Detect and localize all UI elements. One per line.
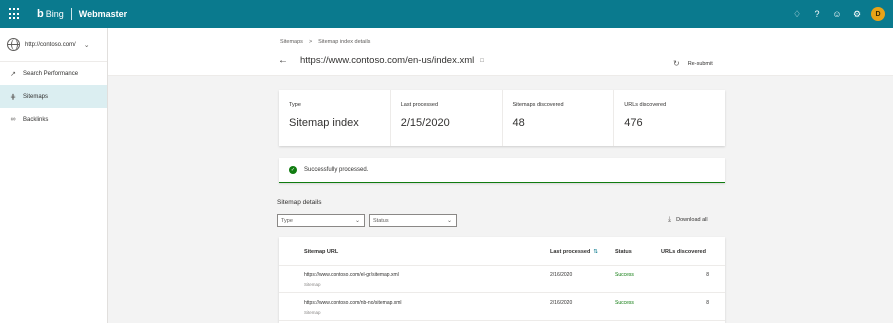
stat-sitemaps-discovered: Sitemaps discovered 48	[503, 90, 615, 146]
sidebar: http://contoso.com/ ⌄ ↗ Search Performan…	[0, 28, 108, 323]
download-all-button[interactable]: ⤓ Download all	[668, 216, 708, 224]
stat-last-processed: Last processed 2/15/2020	[391, 90, 503, 146]
stat-label: Sitemaps discovered	[512, 102, 564, 108]
open-external-icon[interactable]: □	[480, 58, 484, 64]
sitemap-icon: ⋕	[10, 93, 16, 101]
success-message-text: Successfully processed.	[304, 167, 369, 173]
brand-name: Bing	[45, 9, 64, 19]
link-icon: ∞	[10, 116, 16, 123]
success-message-bar: ✓ Successfully processed.	[279, 158, 725, 183]
summary-card: Type Sitemap index Last processed 2/15/2…	[279, 90, 725, 146]
sitemap-table: Sitemap URL Last processed ⇅ Status URLs …	[279, 237, 725, 323]
settings-gear-icon[interactable]: ⚙	[847, 0, 867, 28]
sidebar-item-search-performance[interactable]: ↗ Search Performance	[0, 62, 107, 85]
stat-value: 2/15/2020	[400, 117, 450, 129]
stat-value: 476	[624, 117, 643, 129]
page-title: https://www.contoso.com/en-us/index.xml	[300, 55, 475, 66]
stat-urls-discovered: URLs discovered 476	[614, 90, 725, 146]
urls-discovered-cell: 8	[706, 300, 709, 306]
chevron-down-icon: ⌄	[354, 218, 360, 224]
sitemap-type: Sitemap	[304, 310, 321, 315]
refresh-icon: ↻	[673, 59, 680, 68]
last-processed-cell: 2/16/2020	[550, 300, 573, 306]
sidebar-item-label: Sitemaps	[23, 93, 49, 100]
resubmit-label: Re-submit	[687, 60, 713, 67]
breadcrumb: Sitemaps > Sitemap index details	[280, 39, 370, 45]
site-picker[interactable]: http://contoso.com/ ⌄	[0, 28, 107, 62]
top-bar: b Bing Webmaster ♢ ? ☺ ⚙ D	[0, 0, 893, 28]
sitemap-url-link[interactable]: https://www.contoso.com/nb-no/sitemap.xm…	[304, 300, 402, 306]
sidebar-item-label: Backlinks	[23, 116, 49, 123]
stat-label: Type	[289, 102, 301, 108]
sidebar-item-backlinks[interactable]: ∞ Backlinks	[0, 108, 107, 131]
status-filter-dropdown[interactable]: Status ⌄	[369, 214, 457, 227]
last-processed-cell: 2/16/2020	[550, 272, 573, 278]
success-check-icon: ✓	[289, 166, 297, 174]
column-header-last-processed-label: Last processed	[550, 249, 591, 255]
stat-label: URLs discovered	[624, 102, 667, 108]
breadcrumb-separator: >	[308, 39, 313, 45]
stat-value: Sitemap index	[289, 117, 359, 129]
type-filter-label: Type	[281, 217, 293, 224]
notifications-icon[interactable]: ♢	[787, 0, 807, 28]
breadcrumb-item-sitemaps[interactable]: Sitemaps	[280, 39, 303, 45]
feedback-icon[interactable]: ☺	[827, 0, 847, 28]
sidebar-item-label: Search Performance	[23, 70, 79, 77]
product-name: Webmaster	[78, 9, 128, 19]
chevron-down-icon: ⌄	[446, 218, 452, 224]
help-icon[interactable]: ?	[807, 0, 827, 28]
section-title: Sitemap details	[277, 199, 322, 206]
status-badge: Success	[615, 300, 634, 306]
stat-type: Type Sitemap index	[279, 90, 391, 146]
chevron-down-icon: ⌄	[83, 41, 90, 49]
column-header-last-processed[interactable]: Last processed ⇅	[550, 249, 598, 255]
download-icon: ⤓	[668, 216, 672, 223]
page-header: Sitemaps > Sitemap index details ← https…	[108, 28, 893, 76]
table-row[interactable]: https://www.contoso.com/nb-no/sitemap.xm…	[279, 294, 725, 321]
sort-icon[interactable]: ⇅	[593, 249, 598, 255]
status-filter-label: Status	[373, 217, 389, 224]
column-header-url[interactable]: Sitemap URL	[304, 249, 338, 255]
brand-divider	[70, 8, 72, 20]
column-header-status[interactable]: Status	[615, 249, 632, 255]
site-url: http://contoso.com/	[25, 41, 76, 48]
resubmit-button[interactable]: ↻ Re-submit	[673, 59, 713, 68]
sitemap-url-link[interactable]: https://www.contoso.com/el-gr/sitemap.xm…	[304, 272, 399, 278]
app-launcher-icon[interactable]	[9, 8, 21, 20]
stat-value: 48	[512, 117, 525, 129]
back-arrow-icon[interactable]: ←	[278, 55, 288, 66]
globe-icon	[7, 38, 20, 51]
table-row[interactable]: https://www.contoso.com/el-gr/sitemap.xm…	[279, 266, 725, 293]
sitemap-type: Sitemap	[304, 282, 321, 287]
brand[interactable]: b Bing Webmaster	[37, 8, 127, 20]
trend-icon: ↗	[10, 70, 16, 78]
column-header-urls-discovered[interactable]: URLs discovered	[661, 249, 706, 255]
sidebar-item-sitemaps[interactable]: ⋕ Sitemaps	[0, 85, 107, 108]
download-all-label: Download all	[676, 217, 708, 223]
type-filter-dropdown[interactable]: Type ⌄	[277, 214, 365, 227]
breadcrumb-item-current: Sitemap index details	[318, 39, 371, 45]
urls-discovered-cell: 8	[706, 272, 709, 278]
bing-logo-icon: b	[37, 8, 44, 20]
status-badge: Success	[615, 272, 634, 278]
avatar[interactable]: D	[871, 7, 885, 21]
stat-label: Last processed	[400, 102, 439, 108]
